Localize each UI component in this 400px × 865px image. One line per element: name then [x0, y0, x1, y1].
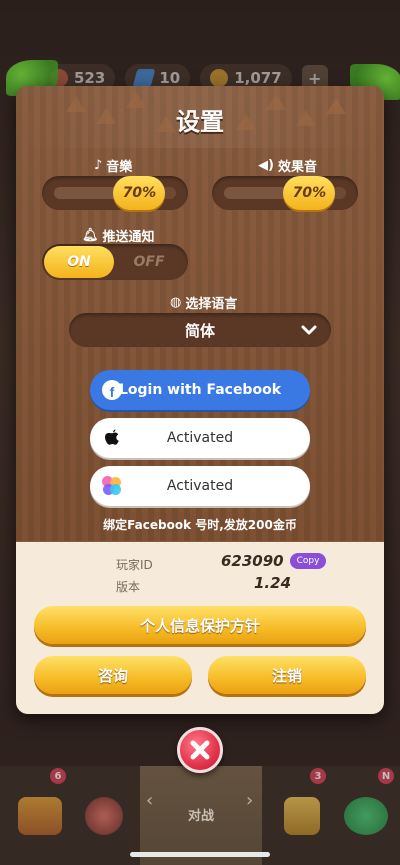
trumpet-icon: [284, 796, 320, 835]
gamecenter-login-label: Activated: [166, 478, 234, 494]
home-indicator: [130, 852, 270, 857]
notifications-label-row: 🔔︎ 推送通知: [82, 226, 155, 245]
speaker-icon: ◀): [258, 158, 274, 173]
apple-icon: [102, 428, 122, 448]
apple-login-label: Activated: [166, 430, 234, 446]
modal-header-panel: 设置 ♪ 音樂 70% ◀) 效果音 70% 🔔︎ 推送通知 ON OFF ◍ …: [16, 86, 384, 541]
version-value: 1.24: [254, 574, 292, 592]
bolt-icon: [132, 69, 156, 87]
sfx-slider[interactable]: 70%: [212, 176, 358, 210]
notifications-toggle[interactable]: ON OFF: [42, 244, 188, 280]
sfx-label-row: ◀) 效果音: [258, 156, 317, 175]
modal-info-panel: 玩家ID 623090 Copy 版本 1.24 个人信息保护方针 咨询 注销: [16, 542, 384, 714]
sfx-slider-knob[interactable]: 70%: [283, 176, 336, 210]
player-id-label: 玩家ID: [116, 558, 153, 572]
consult-button[interactable]: 咨询: [34, 656, 192, 694]
privacy-policy-button[interactable]: 个人信息保护方针: [34, 606, 366, 644]
language-label: 选择语言: [185, 297, 238, 312]
language-label-row: ◍ 选择语言: [170, 293, 237, 312]
nav-chat[interactable]: N: [326, 766, 400, 865]
chat-badge: N: [378, 768, 394, 784]
facebook-login-button[interactable]: f Login with Facebook: [90, 370, 310, 410]
globe-icon: ◍: [170, 295, 182, 310]
gamecenter-login-button[interactable]: Activated: [90, 466, 310, 506]
facebook-login-label: Login with Facebook: [118, 382, 282, 398]
hearts-value: 523: [74, 69, 106, 87]
bell-icon: 🔔︎: [82, 228, 99, 243]
facebook-icon: f: [102, 380, 122, 400]
music-slider[interactable]: 70%: [42, 176, 188, 210]
chevron-down-icon: [301, 325, 317, 335]
apple-login-button[interactable]: Activated: [90, 418, 310, 458]
coins-value: 1,077: [234, 69, 282, 87]
chat-bubble-icon: [344, 796, 388, 835]
treasure-chest-icon: [18, 796, 62, 835]
avatar-icon: [85, 796, 123, 835]
player-id-value: 623090: [221, 552, 284, 570]
notifications-label: 推送通知: [102, 230, 155, 245]
toggle-on[interactable]: ON: [44, 246, 114, 278]
bonus-info-text: 绑定Facebook 号时,发放200金币: [103, 518, 297, 532]
settings-modal: 设置 ♪ 音樂 70% ◀) 效果音 70% 🔔︎ 推送通知 ON OFF ◍ …: [16, 86, 384, 714]
nav-profile[interactable]: [64, 766, 144, 865]
copy-id-button[interactable]: Copy: [290, 553, 326, 569]
modal-title: 设置: [176, 108, 224, 136]
music-label-row: ♪ 音樂: [94, 156, 132, 175]
game-center-icon: [102, 476, 122, 496]
nav-battle-label: 对战: [187, 809, 214, 824]
events-badge: 3: [310, 768, 326, 784]
coin-icon: [210, 69, 229, 87]
close-button[interactable]: [177, 727, 223, 773]
music-label: 音樂: [106, 160, 133, 175]
version-label: 版本: [116, 580, 141, 594]
energy-value: 10: [159, 69, 181, 87]
music-slider-knob[interactable]: 70%: [113, 176, 166, 210]
language-select[interactable]: 简体: [69, 313, 331, 347]
toggle-off[interactable]: OFF: [116, 246, 182, 278]
music-note-icon: ♪: [94, 158, 103, 173]
cancel-account-button[interactable]: 注销: [208, 656, 366, 694]
sfx-label: 效果音: [277, 160, 317, 175]
language-value: 简体: [184, 321, 215, 340]
close-icon: [190, 740, 210, 760]
